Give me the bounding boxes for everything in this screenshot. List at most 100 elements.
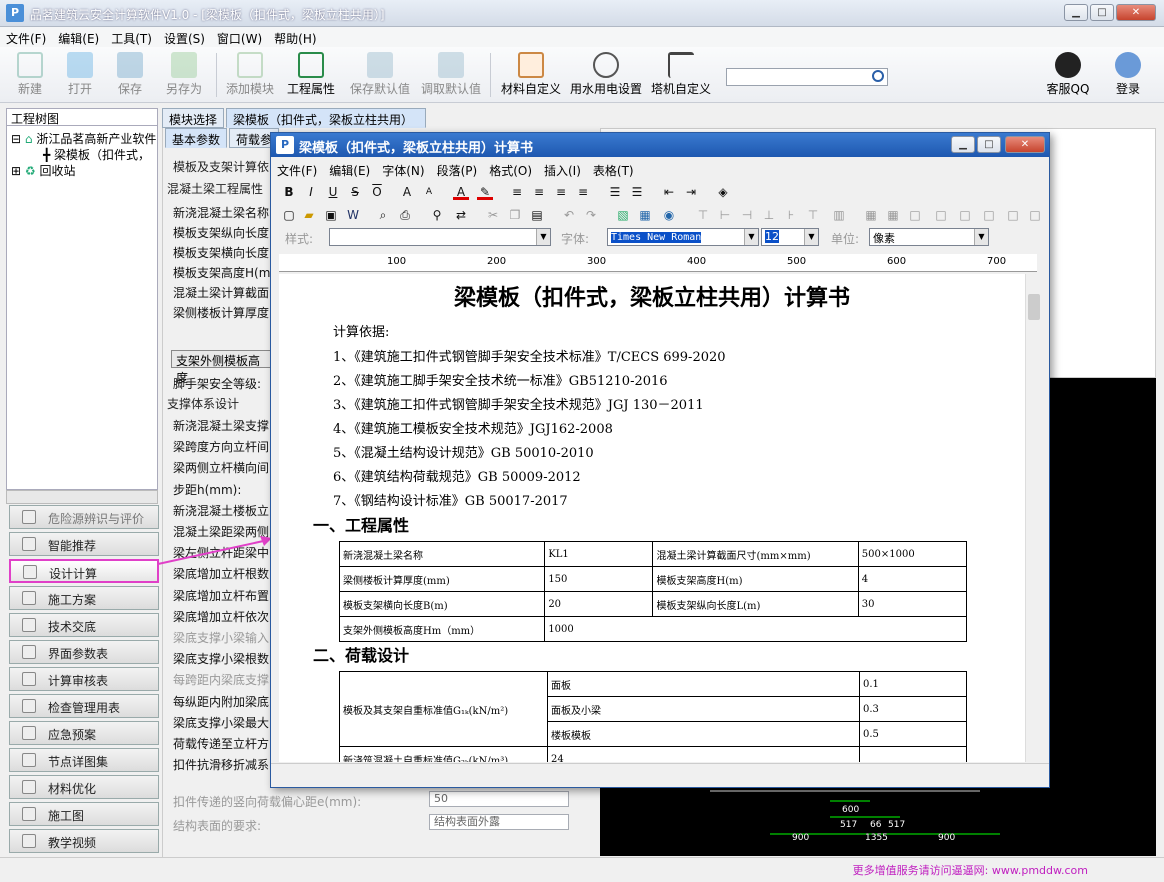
minimize-button[interactable]: ▁ [1064, 4, 1088, 21]
paint-bucket-icon[interactable]: ◈ [715, 184, 731, 200]
copy-icon[interactable]: ❐ [507, 207, 523, 223]
tab-basic-params[interactable]: 基本参数 [165, 128, 228, 148]
eccentricity-input[interactable]: 50 [429, 791, 569, 807]
table-op-icon[interactable]: ⊣ [739, 207, 755, 223]
border-icon[interactable]: □ [1027, 207, 1043, 223]
align-left-icon[interactable]: ≡ [509, 184, 525, 200]
undo-icon[interactable]: ↶ [561, 207, 577, 223]
indent-icon[interactable]: ⇥ [683, 184, 699, 200]
crane-custom-button[interactable]: 塔机自定义 [648, 49, 714, 101]
font-color-icon[interactable]: A [453, 184, 469, 200]
new-button[interactable]: 新建 [2, 49, 58, 101]
document-page[interactable]: 梁模板（扣件式，梁板立柱共用）计算书 计算依据: 1、《建筑施工扣件式钢管脚手架… [279, 274, 1025, 762]
print-preview-icon[interactable]: ⌕ [375, 207, 391, 223]
dmenu-edit[interactable]: 编辑(E) [323, 159, 376, 182]
tab-beam[interactable]: 梁模板（扣件式，梁板立柱共用） [226, 108, 426, 128]
cut-icon[interactable]: ✂ [485, 207, 501, 223]
nav-button[interactable]: 施工图 [9, 802, 159, 826]
find-icon[interactable]: ⚲ [429, 207, 445, 223]
nav-button[interactable]: 教学视频 [9, 829, 159, 853]
dmenu-insert[interactable]: 插入(I) [538, 159, 587, 182]
save-default-button[interactable]: 保存默认值 [345, 49, 415, 101]
paste-icon[interactable]: ▤ [529, 207, 545, 223]
font-select[interactable]: Times New Roman ▼ [607, 228, 759, 246]
search-input[interactable] [726, 68, 888, 86]
tab-module-select[interactable]: 模块选择 [162, 108, 225, 128]
ruler[interactable]: 100 200 300 400 500 600 700 [279, 254, 1037, 272]
add-module-button[interactable]: 添加模块 [222, 49, 278, 101]
scroll-thumb[interactable] [1028, 294, 1040, 320]
table-op-icon[interactable]: ⊦ [783, 207, 799, 223]
font-size-select[interactable]: 12 ▼ [761, 228, 819, 246]
dmenu-font[interactable]: 字体(N) [376, 159, 430, 182]
table-op-icon[interactable]: ⊤ [805, 207, 821, 223]
underline-icon[interactable]: U [325, 184, 341, 200]
dmenu-table[interactable]: 表格(T) [587, 159, 640, 182]
dmenu-format[interactable]: 格式(O) [483, 159, 538, 182]
nav-button[interactable]: 施工方案 [9, 586, 159, 610]
dialog-minimize-button[interactable]: ▁ [951, 136, 975, 153]
justify-icon[interactable]: ≡ [575, 184, 591, 200]
save-button[interactable]: 保存 [102, 49, 158, 101]
word-export-icon[interactable]: W [345, 207, 361, 223]
unit-select[interactable]: 像素 ▼ [869, 228, 989, 246]
project-props-button[interactable]: 工程属性 [283, 49, 339, 101]
table-op-icon[interactable]: ⊤ [695, 207, 711, 223]
highlight-icon[interactable]: ✎ [477, 184, 493, 200]
table-op-icon[interactable]: ▥ [831, 207, 847, 223]
save-doc-icon[interactable]: ▣ [323, 207, 339, 223]
dmenu-file[interactable]: 文件(F) [271, 159, 323, 182]
nav-button[interactable]: 技术交底 [9, 613, 159, 637]
italic-icon[interactable]: I [303, 184, 319, 200]
border-icon[interactable]: □ [1005, 207, 1021, 223]
dmenu-paragraph[interactable]: 段落(P) [431, 159, 484, 182]
style-select[interactable]: ▼ [329, 228, 551, 246]
border-icon[interactable]: □ [933, 207, 949, 223]
maximize-button[interactable]: □ [1090, 4, 1114, 21]
table-op-icon[interactable]: ▦ [885, 207, 901, 223]
table-op-icon[interactable]: ⊢ [717, 207, 733, 223]
border-icon[interactable]: □ [981, 207, 997, 223]
new-doc-icon[interactable]: ▢ [281, 207, 297, 223]
water-elec-button[interactable]: 用水用电设置 [566, 49, 646, 101]
dialog-close-button[interactable]: ✕ [1005, 136, 1045, 153]
replace-icon[interactable]: ⇄ [453, 207, 469, 223]
tree-recycle[interactable]: ⊞ ♻ 回收站 [11, 162, 75, 179]
outer-formwork-button[interactable]: 支架外侧模板高度 [171, 350, 275, 385]
strikethrough-icon[interactable]: S [347, 184, 363, 200]
open-button[interactable]: 打开 [52, 49, 108, 101]
search-icon[interactable] [872, 70, 884, 82]
nav-button[interactable]: 界面参数表 [9, 640, 159, 664]
insert-image-icon[interactable]: ▧ [615, 207, 631, 223]
border-icon[interactable]: □ [907, 207, 923, 223]
border-icon[interactable]: □ [957, 207, 973, 223]
close-button[interactable]: ✕ [1116, 4, 1156, 21]
status-message[interactable]: 更多增值服务请访问逼逼网: www.pmddw.com [853, 862, 1088, 878]
dialog-maximize-button[interactable]: □ [977, 136, 1001, 153]
font-grow-icon[interactable]: A [399, 184, 415, 200]
surface-select[interactable]: 结构表面外露 [429, 814, 569, 830]
table-op-icon[interactable]: ⊥ [761, 207, 777, 223]
doc-scrollbar[interactable] [1025, 274, 1041, 762]
tree-item-beam[interactable]: ╋ 梁模板（扣件式， [43, 146, 150, 163]
insert-table-icon[interactable]: ▦ [637, 207, 653, 223]
redo-icon[interactable]: ↷ [583, 207, 599, 223]
qq-support-button[interactable]: 客服QQ [1040, 49, 1096, 101]
material-custom-button[interactable]: 材料自定义 [498, 49, 564, 101]
print-icon[interactable]: ⎙ [397, 207, 413, 223]
nav-button[interactable]: 危险源辨识与评价 [9, 505, 159, 529]
tree-scrollbar[interactable] [6, 490, 158, 504]
nav-button[interactable]: 设计计算 [9, 559, 159, 583]
align-center-icon[interactable]: ≡ [531, 184, 547, 200]
bold-icon[interactable]: B [281, 184, 297, 200]
outdent-icon[interactable]: ⇤ [661, 184, 677, 200]
nav-button[interactable]: 检查管理用表 [9, 694, 159, 718]
save-as-button[interactable]: 另存为 [156, 49, 212, 101]
number-list-icon[interactable]: ☰ [629, 184, 645, 200]
tree-root[interactable]: ⊟ ⌂ 浙江品茗高新产业软件 [11, 130, 156, 147]
nav-button[interactable]: 节点详图集 [9, 748, 159, 772]
align-right-icon[interactable]: ≡ [553, 184, 569, 200]
overline-icon[interactable]: O [369, 184, 385, 200]
nav-button[interactable]: 材料优化 [9, 775, 159, 799]
font-shrink-icon[interactable]: A [421, 184, 437, 200]
